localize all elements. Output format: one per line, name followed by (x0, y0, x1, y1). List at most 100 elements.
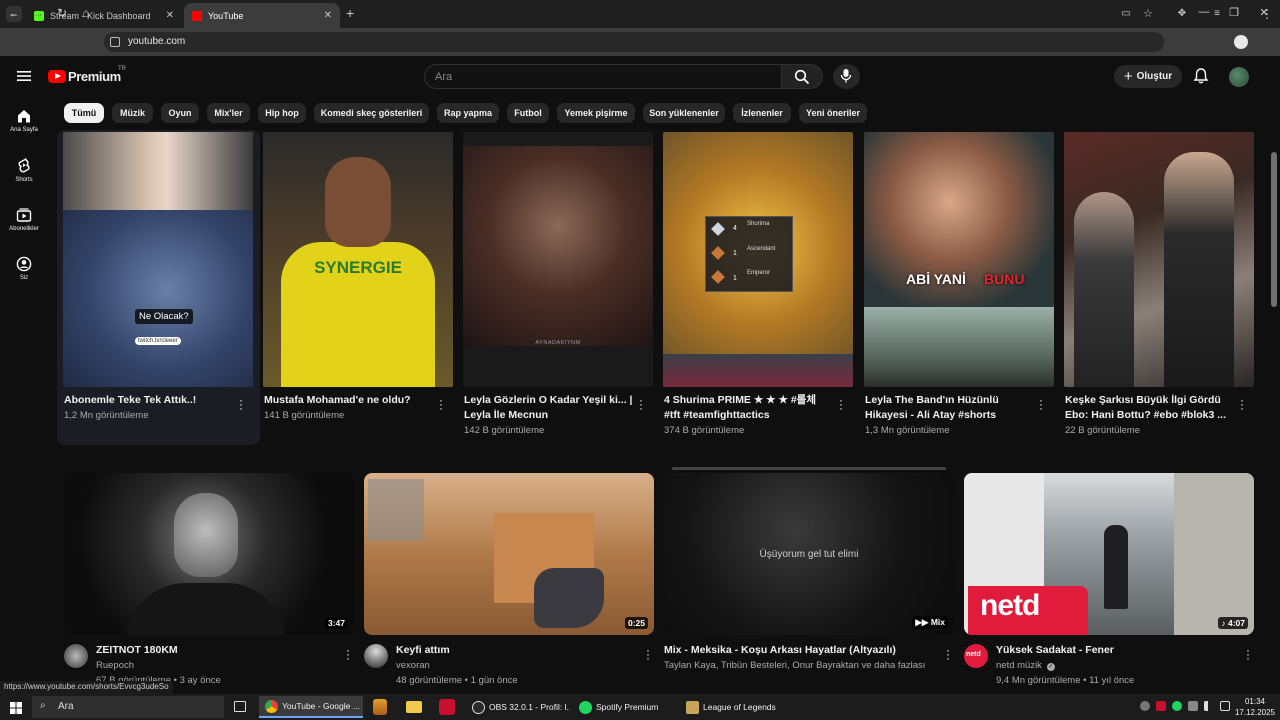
more-actions-icon[interactable]: · · · (1244, 644, 1252, 664)
browser-tab-kick[interactable]: Stream - Kick Dashboard ✕ (26, 3, 182, 28)
short-thumbnail[interactable] (1064, 132, 1254, 387)
chip-football[interactable]: Futbol (507, 103, 549, 123)
url-text[interactable]: youtube.com (128, 36, 185, 47)
channel-name[interactable]: netd müzik ✓ (996, 660, 1055, 671)
more-actions-icon[interactable]: · · · (344, 644, 352, 664)
video-title[interactable]: Yüksek Sadakat - Fener (996, 644, 1114, 656)
restore-icon[interactable]: ❐ (1226, 6, 1242, 19)
short-thumbnail[interactable]: SYNERGIE (263, 132, 453, 387)
short-title[interactable]: Leyla Gözlerin O Kadar Yeşil ki... | Ley… (464, 393, 634, 423)
site-info-icon[interactable] (110, 37, 120, 47)
short-thumbnail[interactable]: AYNADAKIYNM (463, 132, 653, 387)
account-avatar[interactable] (1229, 67, 1249, 87)
task-view-icon[interactable] (234, 701, 246, 712)
menu-icon[interactable] (16, 68, 32, 84)
short-title[interactable]: Leyla The Band'ın Hüzünlü Hikayesi - Ali… (865, 393, 1035, 423)
tray-app-icon[interactable] (1140, 701, 1150, 711)
taskbar-app-spotify[interactable]: Spotify Premium (573, 696, 677, 718)
video-thumbnail[interactable]: 0:25 (364, 473, 654, 635)
page-scrollbar[interactable] (1271, 152, 1277, 307)
channel-avatar[interactable] (364, 644, 388, 668)
rail-item-shorts[interactable]: Shorts (4, 157, 44, 183)
more-actions-icon[interactable]: · · · (644, 644, 652, 664)
taskbar-app-obs[interactable]: OBS 32.0.1 - Profil: l... (466, 696, 570, 718)
file-explorer-icon[interactable] (406, 701, 422, 713)
browser-menu-icon[interactable]: ⋮ (1259, 7, 1275, 21)
close-tab-icon[interactable]: ✕ (166, 10, 174, 21)
short-thumbnail[interactable]: Ne Olacak? twitch.tv/cleeer (63, 132, 253, 387)
rail-item-subscriptions[interactable]: Abonelikler (4, 207, 44, 232)
new-tab-button[interactable]: + (346, 5, 354, 21)
chip-music[interactable]: Müzik (112, 103, 153, 123)
chip-comedy[interactable]: Komedi skeç gösterileri (314, 103, 429, 123)
network-icon[interactable] (1220, 701, 1230, 711)
chip-cooking[interactable]: Yemek pişirme (557, 103, 635, 123)
close-tab-icon[interactable]: ✕ (324, 10, 332, 21)
voice-search-button[interactable] (833, 64, 860, 89)
youtube-logo-text[interactable]: Premium (68, 69, 121, 84)
taskbar-search[interactable]: ⌕ Ara (32, 696, 224, 718)
short-title[interactable]: Keşke Şarkısı Büyük İlgi Gördü Ebo: Hani… (1065, 393, 1235, 423)
taskbar-app-icon[interactable] (373, 699, 387, 715)
spotify-tray-icon[interactable] (1172, 701, 1182, 711)
rail-item-you[interactable]: Siz (4, 256, 44, 281)
bookmark-star-icon[interactable]: ☆ (1140, 7, 1156, 20)
chip-new-to-you[interactable]: Yeni öneriler (799, 103, 867, 123)
video-thumbnail[interactable]: Üşüyorum gel tut elimi ▶▶ Mix (664, 473, 954, 635)
search-icon: ⌕ (40, 700, 46, 711)
media-controls-icon[interactable]: ≡ (1209, 8, 1225, 19)
chip-hip-hop[interactable]: Hip hop (258, 103, 306, 123)
more-actions-icon[interactable]: · · · (437, 394, 445, 414)
search-button[interactable] (781, 64, 823, 89)
reload-icon[interactable]: ↻ (54, 6, 70, 20)
youtube-logo-icon[interactable] (48, 70, 66, 83)
forward-icon[interactable]: → (30, 6, 46, 20)
more-actions-icon[interactable]: · · · (637, 394, 645, 414)
short-thumbnail[interactable]: 4 Shurima 1 Ascendant 1 Emperor (663, 132, 853, 387)
address-bar[interactable] (104, 32, 1164, 52)
channel-avatar[interactable] (64, 644, 88, 668)
volume-icon[interactable] (1204, 701, 1214, 711)
more-actions-icon[interactable]: · · · (944, 644, 952, 664)
profile-icon[interactable] (1234, 35, 1248, 49)
back-icon[interactable]: ← (6, 6, 22, 20)
cast-icon[interactable]: ▭ (1118, 8, 1134, 19)
chip-gaming[interactable]: Oyun (161, 103, 199, 123)
taskbar-app-league[interactable]: League of Legends (680, 696, 784, 718)
clock-time[interactable]: 01:34 (1233, 697, 1277, 706)
video-thumbnail[interactable]: netd ♪ 4:07 (964, 473, 1254, 635)
chip-watched[interactable]: İzlenenler (733, 103, 791, 123)
extensions-icon[interactable]: ✥ (1174, 8, 1190, 19)
short-title[interactable]: Abonemle Teke Tek Attık..! (64, 393, 234, 408)
video-title[interactable]: Keyfi attım (396, 644, 450, 656)
short-thumbnail[interactable]: ABİ YANİ BUNU (864, 132, 1054, 387)
more-actions-icon[interactable]: · · · (1238, 394, 1246, 414)
rail-item-home[interactable]: Ana Sayfa (4, 108, 44, 133)
channel-avatar[interactable]: netd (964, 644, 988, 668)
more-actions-icon[interactable]: · · · (837, 394, 845, 414)
video-title[interactable]: ZEITNOT 180KM (96, 644, 178, 656)
home-page-icon[interactable]: ⌂ (78, 6, 94, 20)
clock-date[interactable]: 17.12.2025 (1233, 708, 1277, 717)
create-button[interactable]: + Oluştur (1114, 65, 1182, 88)
chip-rap[interactable]: Rap yapma (437, 103, 499, 123)
short-title[interactable]: Mustafa Mohamad'e ne oldu? (264, 393, 434, 408)
more-actions-icon[interactable]: · · · (1037, 394, 1045, 414)
chip-mixes[interactable]: Mix'ler (207, 103, 250, 123)
notifications-bell-icon[interactable] (1192, 67, 1210, 85)
tray-app-icon[interactable] (1156, 701, 1166, 711)
tray-app-icon[interactable] (1188, 701, 1198, 711)
search-input[interactable] (424, 64, 782, 89)
windows-start-icon[interactable] (10, 701, 22, 714)
chip-all[interactable]: Tümü (64, 103, 104, 123)
video-thumbnail[interactable]: 3:47 (64, 473, 354, 635)
video-title[interactable]: Mix - Meksika - Koşu Arkası Hayatlar (Al… (664, 644, 896, 656)
browser-tab-youtube[interactable]: YouTube ✕ (184, 3, 340, 28)
channel-name[interactable]: vexoran (396, 660, 430, 671)
channel-name[interactable]: Ruepoch (96, 660, 134, 671)
short-title[interactable]: 4 Shurima PRIME ★ ★ ★ #롤체 #tft #teamfigh… (664, 393, 834, 423)
taskbar-app-chrome[interactable]: YouTube - Google ... (259, 696, 363, 718)
taskbar-app-icon[interactable] (439, 699, 455, 715)
chip-recently-uploaded[interactable]: Son yüklenenler (643, 103, 725, 123)
more-actions-icon[interactable]: · · · (237, 394, 245, 414)
